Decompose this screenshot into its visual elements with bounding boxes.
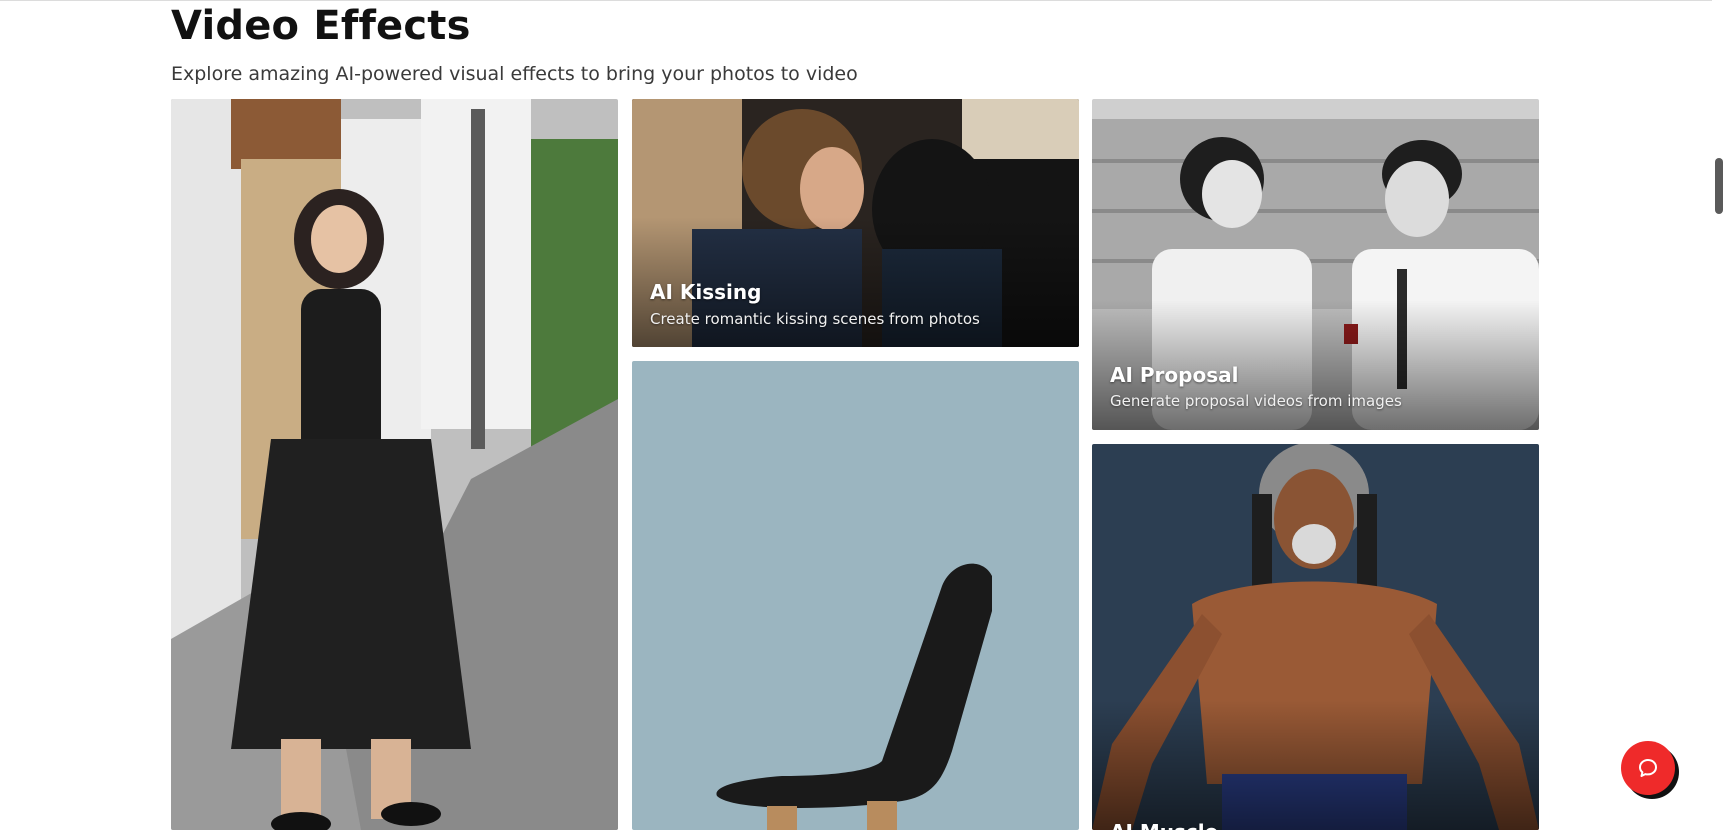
ai-muscle-overlay [1092,700,1539,830]
chat-bubble-icon [1639,759,1657,777]
chat-button[interactable] [1621,741,1675,795]
ai-kissing-title: AI Kissing [650,280,762,304]
effect-card-walking-woman[interactable] [171,99,618,830]
ai-proposal-description: Generate proposal videos from images [1110,392,1402,410]
effect-card-chair[interactable] [632,361,1079,830]
chair-thumbnail [632,361,1079,830]
top-divider [0,0,1728,1]
effect-card-ai-kissing[interactable]: AI Kissing Create romantic kissing scene… [632,99,1079,347]
walking-woman-thumbnail [171,99,618,830]
scrollbar-track[interactable] [1712,0,1728,830]
effect-card-ai-proposal[interactable]: AI Proposal Generate proposal videos fro… [1092,99,1539,430]
scrollbar-thumb[interactable] [1715,158,1723,214]
ai-proposal-title: AI Proposal [1110,363,1239,387]
ai-kissing-description: Create romantic kissing scenes from phot… [650,310,980,328]
ai-muscle-title: AI Muscle [1110,819,1218,830]
page-subtitle: Explore amazing AI-powered visual effect… [171,63,858,85]
page-title: Video Effects [171,3,471,49]
effect-card-ai-muscle[interactable]: AI Muscle [1092,444,1539,830]
